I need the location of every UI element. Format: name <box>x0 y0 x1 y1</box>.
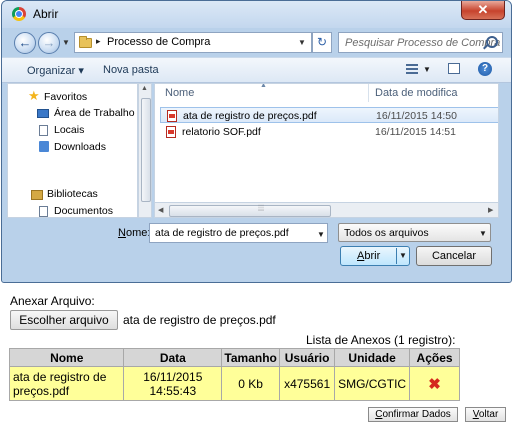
cell-size: 0 Kb <box>221 366 281 401</box>
column-header: Unidade <box>334 348 411 367</box>
file-row[interactable]: relatorio SOF.pdf 16/11/2015 14:51 <box>160 124 498 140</box>
chosen-file-name: ata de registro de preços.pdf <box>123 313 276 327</box>
dialog-toolbar: Organizar ▾ Nova pasta ▼ ? <box>2 57 511 83</box>
choose-file-button[interactable]: Escolher arquivo <box>10 310 118 330</box>
nav-item-documentos[interactable]: Documentos <box>54 205 113 217</box>
table-row: ata de registro de preços.pdf 16/11/2015… <box>8 366 460 401</box>
search-placeholder: Pesquisar Processo de Compra <box>345 37 501 49</box>
desktop-icon <box>37 109 49 118</box>
view-dropdown-icon[interactable]: ▼ <box>423 65 431 74</box>
dialog-title: Abrir <box>33 7 59 21</box>
file-open-dialog: Abrir ✕ ← → ▼ ▸ Processo de Compra ▼ ↻ P… <box>1 0 512 283</box>
organize-menu-button[interactable]: Organizar ▾ <box>27 64 84 77</box>
star-icon: ★ <box>28 88 40 103</box>
split-divider <box>396 248 397 264</box>
arrow-right-icon: → <box>42 35 56 50</box>
places-icon <box>39 125 48 136</box>
filetype-select[interactable]: Todos os arquivos ▼ <box>338 223 491 242</box>
file-name: relatorio SOF.pdf <box>182 126 261 138</box>
forward-button[interactable]: → <box>38 32 60 54</box>
nav-item-downloads[interactable]: Downloads <box>54 141 106 153</box>
close-button[interactable]: ✕ <box>461 1 505 20</box>
help-icon[interactable]: ? <box>478 62 492 76</box>
refresh-button[interactable]: ↻ <box>312 32 332 53</box>
nav-item-locais[interactable]: Locais <box>54 124 84 136</box>
refresh-icon: ↻ <box>316 35 328 49</box>
back-button[interactable]: ← <box>14 32 36 54</box>
attachments-table: Nome Data Tamanho Usuário Unidade Ações … <box>8 348 460 401</box>
column-header: Usuário <box>279 348 336 367</box>
history-dropdown-icon[interactable]: ▼ <box>62 38 70 47</box>
open-button[interactable]: Abrir ▼ <box>340 246 410 266</box>
breadcrumb-separator-icon[interactable]: ▸ <box>96 36 101 47</box>
documents-icon <box>39 206 48 217</box>
cell-unit: SMG/CGTIC <box>334 366 411 401</box>
file-date: 16/11/2015 14:51 <box>375 126 456 138</box>
file-date: 16/11/2015 14:50 <box>376 110 457 122</box>
cell-actions: ✖ <box>409 366 460 401</box>
filename-label: Nome: <box>118 227 151 239</box>
nav-item-desktop[interactable]: Área de Trabalho <box>54 107 135 119</box>
filename-input[interactable]: ata de registro de preços.pdf ▼ <box>149 223 328 243</box>
column-header-date[interactable]: Data de modifica <box>375 87 458 99</box>
file-list: ▲ Nome Data de modifica ata de registro … <box>154 83 499 218</box>
navigation-scrollbar[interactable]: ▲ <box>138 83 152 218</box>
libraries-icon <box>31 190 43 200</box>
chrome-icon <box>12 7 26 21</box>
scroll-right-icon[interactable]: ▶ <box>488 206 493 214</box>
address-bar[interactable]: ▸ Processo de Compra <box>74 32 312 53</box>
open-button-label: Abrir <box>357 250 381 262</box>
file-name: ata de registro de preços.pdf <box>183 110 317 122</box>
folder-icon <box>79 36 92 48</box>
open-options-dropdown-icon[interactable]: ▼ <box>399 251 407 260</box>
sort-ascending-icon: ▲ <box>260 83 267 89</box>
cell-user: x475561 <box>279 366 336 401</box>
horizontal-scrollbar[interactable]: ◀ ⦙⦙⦙ ▶ <box>154 202 499 218</box>
scroll-left-icon[interactable]: ◀ <box>158 206 163 214</box>
filetype-dropdown-icon[interactable]: ▼ <box>479 229 487 238</box>
filetype-value: Todos os arquivos <box>344 227 429 239</box>
column-header: Ações <box>409 348 460 367</box>
back-page-button[interactable]: Voltar <box>465 407 506 422</box>
navigation-pane: ★ Favoritos Área de Trabalho Locais Down… <box>7 83 138 218</box>
search-input[interactable]: Pesquisar Processo de Compra <box>338 32 503 53</box>
pdf-file-icon <box>166 126 176 138</box>
table-header-row: Nome Data Tamanho Usuário Unidade Ações <box>8 348 460 367</box>
preview-pane-icon[interactable] <box>448 63 460 74</box>
column-divider[interactable] <box>368 84 369 102</box>
breadcrumb-current-folder[interactable]: Processo de Compra <box>107 36 210 48</box>
delete-icon[interactable]: ✖ <box>428 376 441 393</box>
cancel-button[interactable]: Cancelar <box>416 246 492 266</box>
downloads-icon <box>39 141 49 152</box>
column-header-name[interactable]: Nome <box>165 87 194 99</box>
scroll-up-icon[interactable]: ▲ <box>141 85 148 92</box>
scrollbar-grip-icon: ⦙⦙⦙ <box>258 203 265 213</box>
cell-date: 16/11/2015 14:55:43 <box>123 366 223 401</box>
view-options-icon[interactable] <box>406 64 418 74</box>
search-icon[interactable] <box>486 36 498 48</box>
scrollbar-thumb[interactable] <box>141 98 151 202</box>
pdf-file-icon <box>167 110 177 122</box>
nav-libraries[interactable]: Bibliotecas <box>47 188 98 200</box>
attachments-list-caption: Lista de Anexos (1 registro): <box>306 333 456 347</box>
filename-dropdown-icon[interactable]: ▼ <box>317 230 325 239</box>
column-header: Data <box>123 348 223 367</box>
scrollbar-thumb[interactable]: ⦙⦙⦙ <box>169 203 331 217</box>
column-header: Nome <box>8 348 125 367</box>
new-folder-button[interactable]: Nova pasta <box>103 64 159 76</box>
file-row[interactable]: ata de registro de preços.pdf 16/11/2015… <box>160 107 498 123</box>
arrow-left-icon: ← <box>18 35 32 50</box>
address-dropdown-icon[interactable]: ▼ <box>298 38 306 47</box>
nav-favorites[interactable]: Favoritos <box>44 91 87 103</box>
filename-value: ata de registro de preços.pdf <box>155 227 289 239</box>
attach-file-label: Anexar Arquivo: <box>10 294 95 308</box>
column-header: Tamanho <box>221 348 281 367</box>
cell-name: ata de registro de preços.pdf <box>8 366 125 401</box>
confirm-data-button[interactable]: Confirmar Dados <box>368 407 458 422</box>
dialog-titlebar: Abrir ✕ <box>2 1 511 28</box>
